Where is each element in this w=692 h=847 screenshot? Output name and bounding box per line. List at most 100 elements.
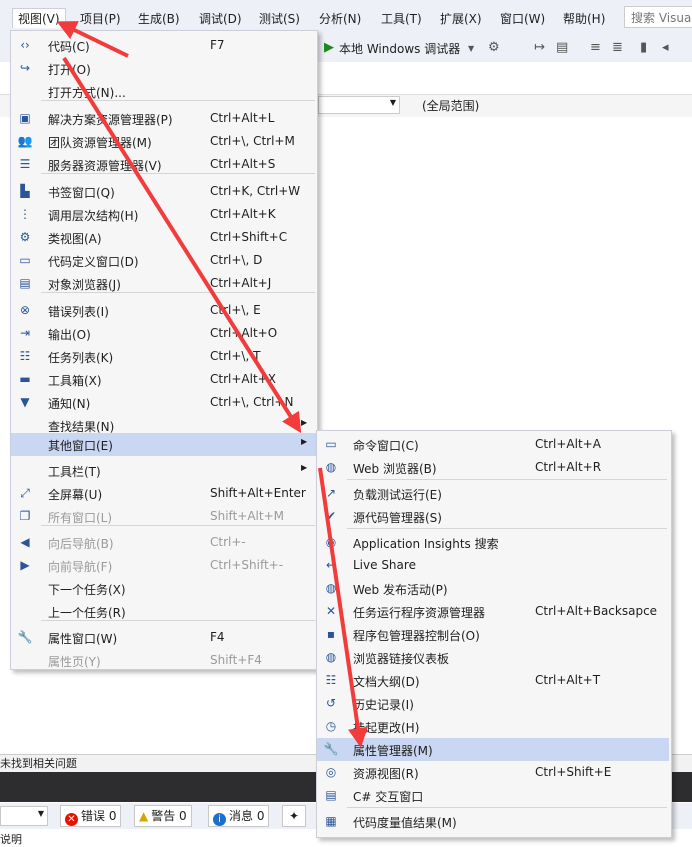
view-menu-item[interactable]: ▶ 向前导航(F) Ctrl+Shift+-: [11, 554, 317, 577]
other-windows-menu-item[interactable]: ◍ Web 浏览器(B) Ctrl+Alt+R: [317, 456, 669, 479]
other-windows-menu-item[interactable]: ◍ Web 发布活动(P): [317, 577, 669, 600]
run-debugger-button[interactable]: 本地 Windows 调试器: [339, 40, 460, 57]
navigate-forward-icon: ▶: [20, 558, 30, 572]
toolbar-bookmark-icon[interactable]: ▮: [640, 40, 647, 55]
toolbar-config-icon[interactable]: ⚙: [488, 40, 500, 55]
menu-item-label: 工具栏(T): [48, 465, 101, 479]
menu-item-label: 所有窗口(L): [48, 511, 113, 525]
chevron-down-icon[interactable]: ▼: [468, 44, 474, 53]
error-icon: ✕: [65, 813, 78, 826]
view-menu-item[interactable]: ▙ 书签窗口(Q) Ctrl+K, Ctrl+W: [11, 180, 317, 203]
other-windows-menu-item[interactable]: ▤ C# 交互窗口: [317, 784, 669, 807]
other-windows-menu-item[interactable]: ↗ 负载测试运行(E): [317, 482, 669, 505]
menu-item-label: 全屏幕(U): [48, 488, 103, 502]
view-menu-item[interactable]: ▬ 工具箱(X) Ctrl+Alt+X: [11, 368, 317, 391]
menu-item-label: 负载测试运行(E): [353, 488, 442, 502]
bookmark-icon: ▙: [20, 184, 30, 198]
menu-project[interactable]: 项目(P): [80, 10, 121, 27]
view-menu-item[interactable]: 工具栏(T) ▶: [11, 459, 317, 482]
browser-link-icon: ◍: [325, 650, 337, 664]
menu-item-shortcut: Ctrl+Shift+E: [535, 765, 612, 779]
view-menu-dropdown: ‹› 代码(C) F7 ↪ 打开(O) 打开方式(N)... ▣ 解决方案资源管理器(P) Ct…: [10, 30, 318, 670]
menu-item-label: 挂起更改(H): [353, 721, 420, 735]
menu-build[interactable]: 生成(B): [138, 10, 180, 27]
task-runner-icon: ✕: [325, 604, 337, 618]
other-windows-menu-item[interactable]: ✔ 源代码管理器(S): [317, 505, 669, 528]
open-icon: ↪: [19, 61, 31, 75]
menu-tools[interactable]: 工具(T): [381, 10, 422, 27]
toolbar-step-icon[interactable]: ↦: [534, 40, 545, 55]
other-windows-menu-item[interactable]: ▦ 代码度量值结果(M): [317, 810, 669, 833]
info-icon: i: [213, 813, 226, 826]
view-menu-item[interactable]: 🔧 属性窗口(W) F4: [11, 626, 317, 649]
view-menu-item[interactable]: ☷ 任务列表(K) Ctrl+\, T: [11, 345, 317, 368]
menu-item-label: Application Insights 搜索: [353, 537, 499, 551]
other-windows-menu-item[interactable]: ◎ 资源视图(R) Ctrl+Shift+E: [317, 761, 669, 784]
errors-filter-button[interactable]: ✕ 错误 0: [60, 805, 122, 827]
menu-extensions[interactable]: 扩展(X): [440, 10, 482, 27]
menu-view[interactable]: 视图(V): [12, 8, 66, 28]
app-insights-icon: ◉: [325, 535, 337, 549]
live-share-icon: ↔: [325, 558, 337, 572]
filter-icon[interactable]: ✦: [282, 805, 306, 827]
view-menu-item[interactable]: 👥 团队资源管理器(M) Ctrl+\, Ctrl+M: [11, 130, 317, 153]
menu-item-shortcut: Ctrl+\, Ctrl+N: [210, 395, 294, 409]
chevron-down-icon: ▼: [37, 809, 44, 818]
resource-view-icon: ◎: [325, 765, 337, 779]
other-windows-menu-item[interactable]: ☷ 文档大纲(D) Ctrl+Alt+T: [317, 669, 669, 692]
view-menu-item[interactable]: ⇥ 输出(O) Ctrl+Alt+O: [11, 322, 317, 345]
menu-test[interactable]: 测试(S): [259, 10, 300, 27]
package-console-icon: ▪: [326, 627, 336, 641]
play-icon[interactable]: ▶: [324, 40, 334, 55]
view-menu-item[interactable]: ▼ 通知(N) Ctrl+\, Ctrl+N: [11, 391, 317, 414]
all-windows-icon: ❐: [19, 509, 31, 523]
description-column-header[interactable]: 说明: [0, 831, 22, 847]
other-windows-menu-item[interactable]: ◷ 挂起更改(H): [317, 715, 669, 738]
search-input[interactable]: 搜索 Visual: [624, 6, 692, 28]
menu-help[interactable]: 帮助(H): [563, 10, 605, 27]
toolbar-lines-icon[interactable]: ≡: [590, 40, 601, 55]
menu-item-label: 源代码管理器(S): [353, 511, 442, 525]
menu-item-shortcut: Ctrl+Alt+S: [210, 157, 276, 171]
menu-item-label: 程序包管理器控制台(O): [353, 629, 480, 643]
menu-item-label: 打开方式(N)...: [48, 86, 126, 100]
view-menu-item[interactable]: ◀ 向后导航(B) Ctrl+-: [11, 531, 317, 554]
menu-analyze[interactable]: 分析(N): [319, 10, 361, 27]
view-menu-item[interactable]: ⤢ 全屏幕(U) Shift+Alt+Enter: [11, 482, 317, 505]
view-menu-item[interactable]: ⊗ 错误列表(I) Ctrl+\, E: [11, 299, 317, 322]
view-menu-item[interactable]: ▣ 解决方案资源管理器(P) Ctrl+Alt+L: [11, 107, 317, 130]
other-windows-menu-item[interactable]: ↔ Live Share: [317, 554, 669, 577]
toolbar-prev-icon[interactable]: ◂: [662, 40, 669, 55]
other-windows-menu-item[interactable]: 🔧 属性管理器(M): [317, 738, 669, 761]
task-list-icon: ☷: [19, 349, 31, 363]
menu-item-shortcut: Ctrl+Alt+K: [210, 207, 276, 221]
other-windows-menu-item[interactable]: ▭ 命令窗口(C) Ctrl+Alt+A: [317, 433, 669, 456]
toolbar-box-icon[interactable]: ▤: [556, 40, 568, 55]
menu-item-label: Web 发布活动(P): [353, 583, 448, 597]
view-menu-item[interactable]: 下一个任务(X): [11, 577, 317, 600]
other-windows-menu-item[interactable]: ◉ Application Insights 搜索: [317, 531, 669, 554]
menu-window[interactable]: 窗口(W): [500, 10, 545, 27]
menu-item-label: 任务列表(K): [48, 351, 114, 365]
other-windows-menu-item[interactable]: ✕ 任务运行程序资源管理器 Ctrl+Alt+Backsapce: [317, 600, 669, 623]
other-windows-menu-item[interactable]: ◍ 浏览器链接仪表板: [317, 646, 669, 669]
view-menu-item[interactable]: ‹› 代码(C) F7: [11, 34, 317, 57]
view-menu-item[interactable]: 属性页(Y) Shift+F4: [11, 649, 317, 672]
scope-dropdown[interactable]: (全局范围): [422, 97, 479, 114]
messages-filter-button[interactable]: i 消息 0: [208, 805, 270, 827]
view-menu-item[interactable]: ⋮ 调用层次结构(H) Ctrl+Alt+K: [11, 203, 317, 226]
view-menu-item[interactable]: ↪ 打开(O): [11, 57, 317, 80]
view-menu-item[interactable]: ⚙ 类视图(A) Ctrl+Shift+C: [11, 226, 317, 249]
toolbar-lines2-icon[interactable]: ≣: [612, 40, 623, 55]
menu-item-shortcut: Ctrl+Shift+-: [210, 558, 284, 572]
other-windows-menu-item[interactable]: ▪ 程序包管理器控制台(O): [317, 623, 669, 646]
menu-debug[interactable]: 调试(D): [199, 10, 242, 27]
member-dropdown[interactable]: ▼: [318, 96, 400, 114]
scope-filter-dropdown[interactable]: ▼: [0, 806, 48, 826]
menu-item-label: 其他窗口(E): [48, 439, 113, 453]
other-windows-menu-item[interactable]: ↺ 历史记录(I): [317, 692, 669, 715]
menu-item-shortcut: Ctrl+-: [210, 535, 246, 549]
warnings-filter-button[interactable]: ▲ 警告 0: [134, 805, 192, 827]
panel-status-text: 未找到相关问题: [0, 757, 77, 770]
view-menu-item[interactable]: ▭ 代码定义窗口(D) Ctrl+\, D: [11, 249, 317, 272]
